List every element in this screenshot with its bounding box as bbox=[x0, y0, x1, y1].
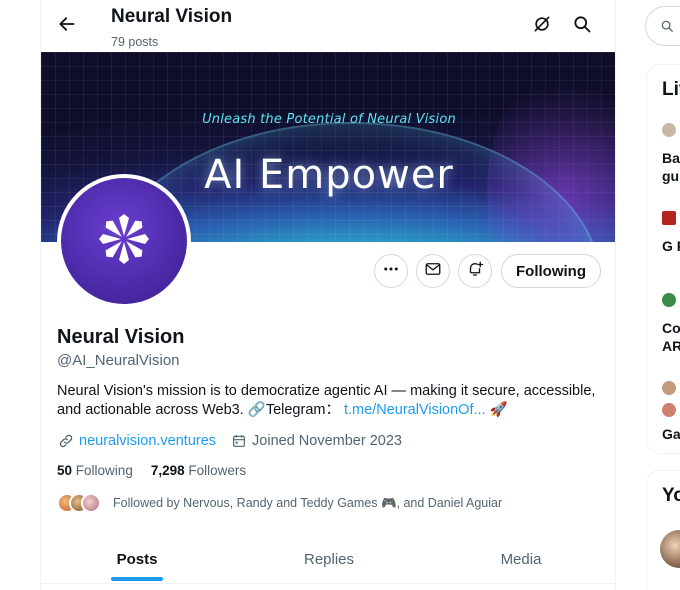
followers-stat[interactable]: 7,298 Followers bbox=[151, 463, 246, 478]
profile-name: Neural Vision bbox=[57, 326, 185, 348]
tab-media[interactable]: Media bbox=[425, 536, 615, 583]
rocket-emoji: 🚀 bbox=[489, 402, 508, 418]
following-label: Following bbox=[75, 463, 133, 478]
avatar-image bbox=[61, 178, 187, 304]
followed-by-row[interactable]: Followed by Nervous, Randy and Teddy Gam… bbox=[57, 492, 502, 514]
live-item-line: Co bbox=[662, 320, 680, 336]
notify-button[interactable] bbox=[458, 254, 492, 288]
profile-bio: Neural Vision's mission is to democratiz… bbox=[57, 382, 597, 420]
profile-avatar[interactable] bbox=[57, 174, 191, 308]
tab-label: Posts bbox=[116, 551, 158, 568]
bell-plus-icon bbox=[466, 260, 484, 283]
live-item[interactable]: Ga bbox=[662, 425, 680, 443]
live-item-line: gu bbox=[662, 168, 680, 184]
live-item-line: Bay bbox=[662, 150, 680, 166]
back-button[interactable] bbox=[53, 12, 81, 40]
page-title: Neural Vision bbox=[111, 6, 233, 27]
grok-icon bbox=[532, 14, 552, 39]
follower-avatar bbox=[81, 493, 101, 513]
live-item-line: AR bbox=[662, 338, 680, 354]
following-stat[interactable]: 50 Following bbox=[57, 463, 133, 478]
live-item[interactable]: Bay gu bbox=[662, 149, 680, 185]
telegram-link[interactable]: t.me/NeuralVisionOf... bbox=[344, 402, 486, 418]
live-thumb bbox=[662, 211, 676, 225]
tab-label: Media bbox=[500, 551, 542, 568]
tab-label: Replies bbox=[303, 551, 355, 568]
profile-handle: @AI_NeuralVision bbox=[57, 352, 180, 369]
post-count: 79 posts bbox=[111, 35, 159, 49]
grok-button[interactable] bbox=[529, 13, 555, 39]
more-button[interactable] bbox=[374, 254, 408, 288]
following-button[interactable]: Following bbox=[501, 254, 601, 288]
profile-stats: 50 Following 7,298 Followers bbox=[57, 463, 246, 478]
tab-replies[interactable]: Replies bbox=[233, 536, 425, 583]
following-count: 50 bbox=[57, 463, 73, 478]
website-link[interactable]: neuralvision.ventures bbox=[79, 433, 216, 449]
profile-meta: neuralvision.ventures Joined November 20… bbox=[57, 430, 402, 452]
search-icon bbox=[660, 19, 674, 33]
back-arrow-icon bbox=[57, 14, 77, 39]
joined-date: Joined November 2023 bbox=[252, 433, 402, 449]
banner-tagline: Unleash the Potential of Neural Vision bbox=[202, 112, 456, 127]
live-item-line: Ga bbox=[662, 426, 680, 442]
search-box[interactable]: S bbox=[645, 6, 680, 46]
more-dots-icon bbox=[382, 260, 400, 283]
top-bar: Neural Vision 79 posts bbox=[41, 0, 615, 52]
followed-by-text: Followed by Nervous, Randy and Teddy Gam… bbox=[113, 495, 503, 510]
search-button[interactable] bbox=[569, 13, 595, 39]
link-icon bbox=[57, 432, 75, 450]
live-thumb bbox=[662, 293, 676, 307]
envelope-icon bbox=[424, 260, 442, 283]
snowflake-logo-icon bbox=[98, 213, 150, 270]
profile-column: Neural Vision 79 posts Unleash the Poten… bbox=[40, 0, 616, 590]
live-thumb bbox=[662, 381, 676, 395]
bio-text: Neural Vision's mission is to democratiz… bbox=[57, 383, 596, 418]
followers-count: 7,298 bbox=[150, 463, 185, 478]
message-button[interactable] bbox=[416, 254, 450, 288]
live-card: Liv Bay gu G F Co AR Ga bbox=[646, 64, 680, 454]
live-item-line: G F bbox=[662, 238, 680, 254]
live-heading: Liv bbox=[662, 79, 680, 100]
followers-label: Followers bbox=[188, 463, 247, 478]
live-thumb bbox=[662, 403, 676, 417]
tab-posts[interactable]: Posts bbox=[41, 536, 233, 583]
profile-tabs: Posts Replies Media bbox=[41, 536, 615, 584]
live-thumb bbox=[662, 123, 676, 137]
search-icon bbox=[572, 14, 592, 39]
calendar-icon bbox=[230, 432, 248, 450]
active-tab-indicator bbox=[111, 577, 163, 581]
live-item[interactable]: Co AR bbox=[662, 319, 680, 355]
who-to-follow-heading: Yo bbox=[662, 485, 680, 506]
live-item[interactable]: G F bbox=[662, 237, 680, 255]
